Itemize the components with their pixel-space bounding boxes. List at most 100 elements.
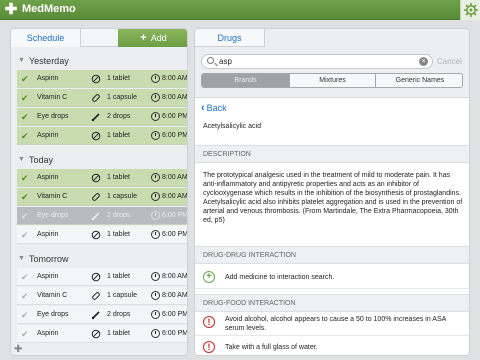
- tab-drugs[interactable]: Drugs: [195, 29, 265, 47]
- medicine-name: Vitamin C: [37, 94, 68, 101]
- schedule-row[interactable]: ✔ Aspirin 1 tablet 6:00 PM: [17, 325, 188, 343]
- gear-icon: [464, 3, 478, 17]
- schedule-row[interactable]: ✔ Eye drops 2 drops 6:00 PM: [17, 108, 188, 126]
- dose-time: 8:00 AM: [162, 273, 188, 280]
- tablet-icon: [91, 131, 101, 141]
- description-header: DESCRIPTION: [195, 145, 469, 163]
- section-label: Yesterday: [29, 56, 69, 66]
- back-label: Back: [206, 103, 227, 113]
- add-circle-icon: +: [203, 271, 215, 283]
- schedule-row[interactable]: ✔ Vitamin C 1 capsule 8:00 AM: [17, 188, 188, 206]
- tablet-icon: [91, 74, 101, 84]
- check-icon[interactable]: ✔: [21, 70, 29, 88]
- add-icon[interactable]: ✚: [14, 344, 22, 355]
- check-icon[interactable]: ✔: [21, 188, 29, 206]
- tablet-icon: [91, 329, 101, 339]
- check-icon[interactable]: ✔: [21, 207, 29, 225]
- dose-time: 8:00 AM: [162, 174, 188, 181]
- clock-icon: [151, 272, 160, 281]
- schedule-row[interactable]: ✔ Eye drops 2 drops 6:00 PM: [17, 306, 188, 324]
- check-icon[interactable]: ✔: [21, 127, 29, 145]
- medicine-name: Aspirin: [37, 330, 59, 337]
- clear-search-icon[interactable]: ×: [419, 57, 428, 66]
- clock-icon: [151, 329, 160, 338]
- chevron-down-icon: ▼: [18, 156, 25, 163]
- search-icon: [207, 57, 214, 64]
- clock-icon: [151, 93, 160, 102]
- medicine-name: Vitamin C: [37, 292, 68, 299]
- dose-time: 8:00 AM: [162, 193, 188, 200]
- schedule-row[interactable]: ✔ Vitamin C 1 capsule 8:00 AM: [17, 287, 188, 305]
- schedule-row[interactable]: ✔ Vitamin C 1 capsule 8:00 AM: [17, 89, 187, 107]
- check-icon[interactable]: ✔: [21, 89, 29, 107]
- dose: 1 tablet: [107, 273, 130, 280]
- chevron-left-icon: ‹: [201, 102, 205, 114]
- drug-name: Acetylsalicylic acid: [203, 123, 261, 130]
- tablet-icon: [91, 272, 101, 282]
- add-button[interactable]: + Add: [118, 29, 187, 47]
- cancel-button[interactable]: Cancel: [437, 54, 462, 69]
- add-button-label: Add: [150, 33, 167, 43]
- schedule-row[interactable]: ✔ Aspirin 1 tablet 6:00 PM: [17, 226, 188, 244]
- chevron-down-icon: ▼: [18, 255, 25, 262]
- dose: 1 capsule: [107, 94, 137, 101]
- dose: 2 drops: [107, 212, 131, 219]
- schedule-panel: Schedule + Add ▼ Yesterday ✔ Aspirin 1 tablet…: [10, 28, 188, 356]
- segment-generic-names[interactable]: Generic Names: [376, 74, 462, 87]
- tablet-icon: [91, 230, 101, 240]
- section-header[interactable]: ▼ Tomorrow: [11, 251, 187, 267]
- check-icon[interactable]: ✔: [21, 268, 29, 286]
- schedule-row[interactable]: ✔ Aspirin 1 tablet 8:00 AM: [17, 268, 188, 286]
- medicine-name: Aspirin: [37, 132, 59, 139]
- tab-schedule[interactable]: Schedule: [11, 29, 81, 47]
- back-button[interactable]: ‹ Back: [201, 102, 227, 114]
- schedule-footer: ✚: [10, 344, 188, 356]
- capsule-icon: [92, 193, 100, 201]
- capsule-icon: [92, 94, 100, 102]
- search-input[interactable]: asp ×: [201, 54, 433, 69]
- check-icon[interactable]: ✔: [21, 325, 29, 343]
- search-value: asp: [219, 57, 232, 66]
- medicine-name: Eye drops: [37, 212, 69, 219]
- segment-mixtures[interactable]: Mixtures: [289, 74, 376, 87]
- dose-time: 6:00 PM: [162, 311, 188, 318]
- schedule-row[interactable]: ✔ Eye drops 2 drops 6:00 PM: [17, 207, 188, 225]
- dose: 1 tablet: [107, 75, 130, 82]
- dropper-icon: [91, 113, 100, 122]
- clock-icon: [151, 291, 160, 300]
- dose-time: 6:00 PM: [162, 330, 188, 337]
- dose: 2 drops: [107, 311, 131, 318]
- top-bar: ✚ MedMemo: [0, 0, 480, 20]
- check-icon[interactable]: ✔: [21, 306, 29, 324]
- dose-time: 8:00 AM: [162, 292, 188, 299]
- section-header[interactable]: ▼ Yesterday: [11, 53, 187, 69]
- warning-icon: !: [203, 341, 215, 353]
- medicine-name: Aspirin: [37, 75, 59, 82]
- tablet-icon: [91, 173, 101, 183]
- section-header[interactable]: ▼ Today: [11, 152, 187, 168]
- check-icon[interactable]: ✔: [21, 169, 29, 187]
- schedule-row[interactable]: ✔ Aspirin 1 tablet 6:00 PM: [17, 127, 187, 145]
- drugs-panel: Drugs asp × Cancel Brands Mixtures Gener…: [194, 28, 470, 356]
- check-icon[interactable]: ✔: [21, 226, 29, 244]
- check-icon[interactable]: ✔: [21, 108, 29, 126]
- dose: 2 drops: [107, 113, 131, 120]
- schedule-row[interactable]: ✔ Aspirin 1 tablet 8:00 AM: [17, 169, 188, 187]
- dose: 1 tablet: [107, 231, 130, 238]
- add-interaction-label: Add medicine to interaction search.: [225, 274, 335, 281]
- dropper-icon: [91, 212, 100, 221]
- dose-time: 6:00 PM: [162, 231, 188, 238]
- settings-button[interactable]: [460, 0, 480, 20]
- dose-time: 6:00 PM: [162, 113, 188, 120]
- dose-time: 6:00 PM: [162, 212, 188, 219]
- check-icon[interactable]: ✔: [21, 287, 29, 305]
- dose: 1 tablet: [107, 330, 130, 337]
- add-interaction-row[interactable]: + Add medicine to interaction search.: [195, 265, 469, 289]
- dose: 1 tablet: [107, 132, 130, 139]
- clock-icon: [151, 192, 160, 201]
- dose-time: 8:00 AM: [162, 75, 188, 82]
- segment-brands[interactable]: Brands: [202, 74, 289, 87]
- section-label: Tomorrow: [29, 254, 69, 264]
- dropper-icon: [91, 311, 100, 320]
- schedule-row[interactable]: ✔ Aspirin 1 tablet 8:00 AM: [17, 70, 188, 88]
